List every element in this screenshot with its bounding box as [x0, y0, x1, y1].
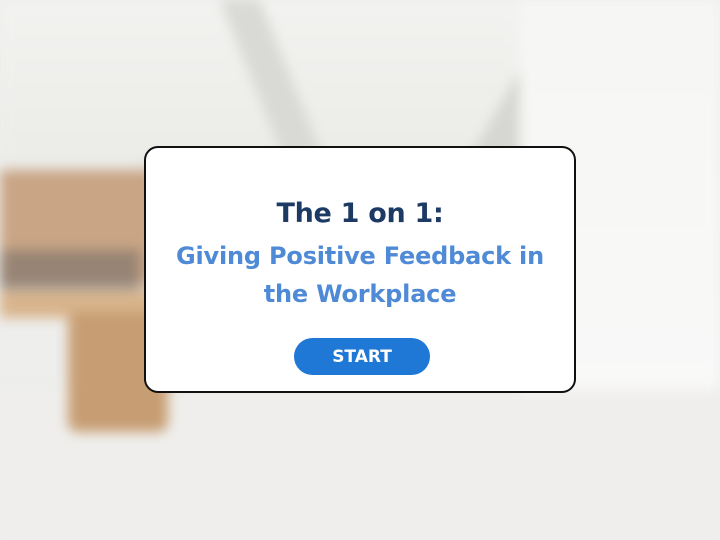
start-button[interactable]: START [294, 338, 430, 375]
card-title: The 1 on 1: [276, 198, 444, 229]
title-card: The 1 on 1: Giving Positive Feedback in … [144, 146, 576, 393]
card-subtitle: Giving Positive Feedback in the Workplac… [176, 242, 544, 308]
